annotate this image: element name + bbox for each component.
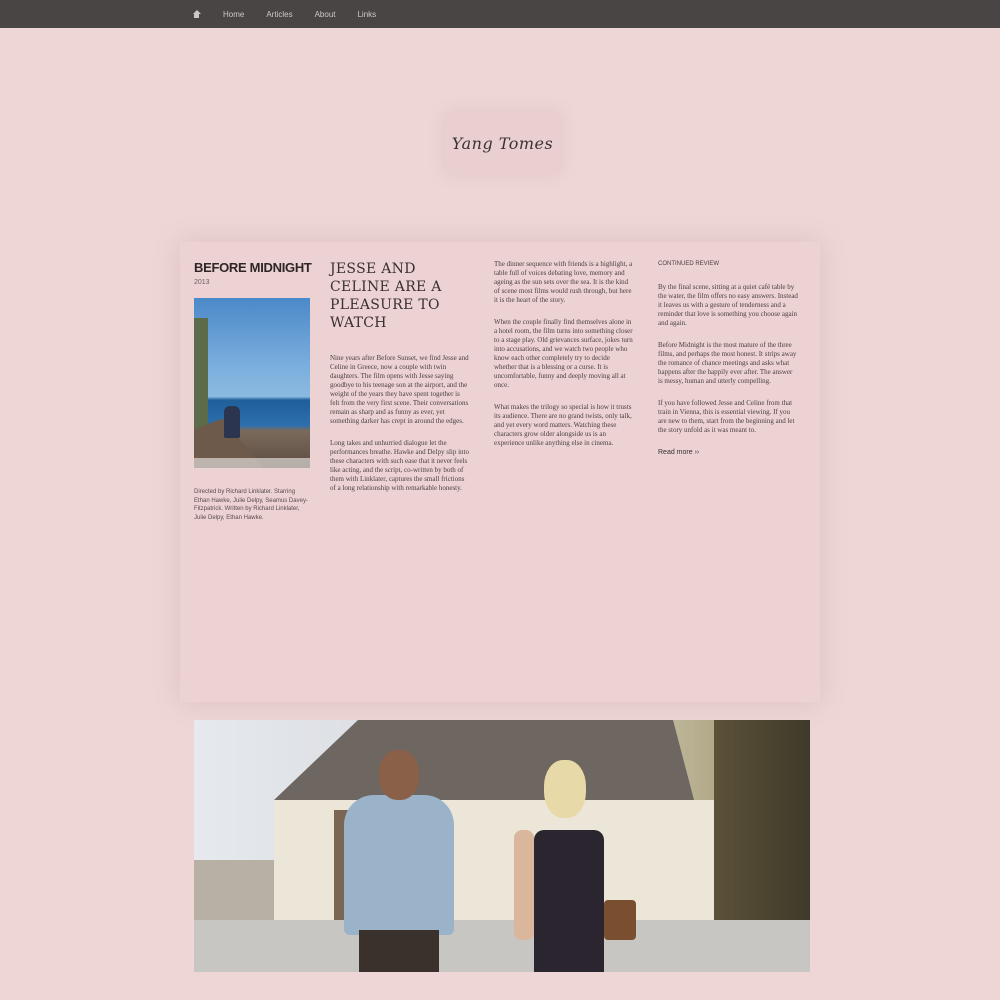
poster-couple [224, 406, 240, 438]
article-paragraph: The dinner sequence with friends is a hi… [494, 260, 633, 304]
film-title: Before Midnight [194, 260, 312, 275]
article-paragraph: If you have followed Jesse and Celine fr… [658, 399, 795, 434]
site-logo[interactable]: Yang Tomes [445, 112, 560, 174]
article-sidebar: Before Midnight 2013 Directed by Richard… [194, 260, 312, 522]
article-paragraph: By the final scene, sitting at a quiet c… [658, 283, 798, 327]
article-column-3: Continued review By the final scene, sit… [658, 260, 798, 457]
article-paragraph: Nine years after Before Sunset, we find … [330, 354, 469, 425]
article-headline: Jesse and Celine are a pleasure to watch [330, 261, 442, 331]
poster-caption-strip [194, 458, 310, 468]
article-paragraph: Before Midnight is the most mature of th… [658, 341, 797, 385]
logo-text: Yang Tomes [451, 133, 554, 153]
woman-dress [534, 830, 604, 972]
column-kicker: Continued review [658, 261, 720, 267]
film-still-image[interactable] [194, 720, 810, 972]
woman-arm [514, 830, 534, 940]
still-ground [194, 920, 810, 972]
man-shirt [344, 795, 454, 935]
article-panel: Before Midnight 2013 Directed by Richard… [180, 242, 820, 702]
nav-item-links[interactable]: Links [357, 10, 376, 19]
woman-head [544, 760, 586, 818]
film-year: 2013 [194, 279, 210, 286]
nav-item-about[interactable]: About [315, 10, 336, 19]
man-head [379, 750, 419, 800]
still-woman [504, 760, 636, 972]
woman-bag [604, 900, 636, 940]
article-column-1: Jesse and Celine are a pleasure to watch… [330, 260, 470, 506]
article-paragraph: When the couple finally find themselves … [494, 318, 633, 389]
article-column-2: The dinner sequence with friends is a hi… [494, 260, 634, 461]
home-icon[interactable] [192, 9, 201, 19]
article-paragraph: Long takes and unhurried dialogue let th… [330, 439, 469, 492]
film-poster[interactable] [194, 298, 310, 468]
film-credits: Directed by Richard Linklater. Starring … [194, 489, 308, 521]
nav-item-articles[interactable]: Articles [266, 10, 292, 19]
still-man [334, 750, 464, 972]
article-paragraph: What makes the trilogy so special is how… [494, 403, 632, 447]
nav-item-home[interactable]: Home [223, 10, 244, 19]
man-legs [359, 930, 439, 972]
read-more-link[interactable]: Read more ›› [658, 449, 699, 456]
top-navigation-bar: Home Articles About Links [0, 0, 1000, 28]
